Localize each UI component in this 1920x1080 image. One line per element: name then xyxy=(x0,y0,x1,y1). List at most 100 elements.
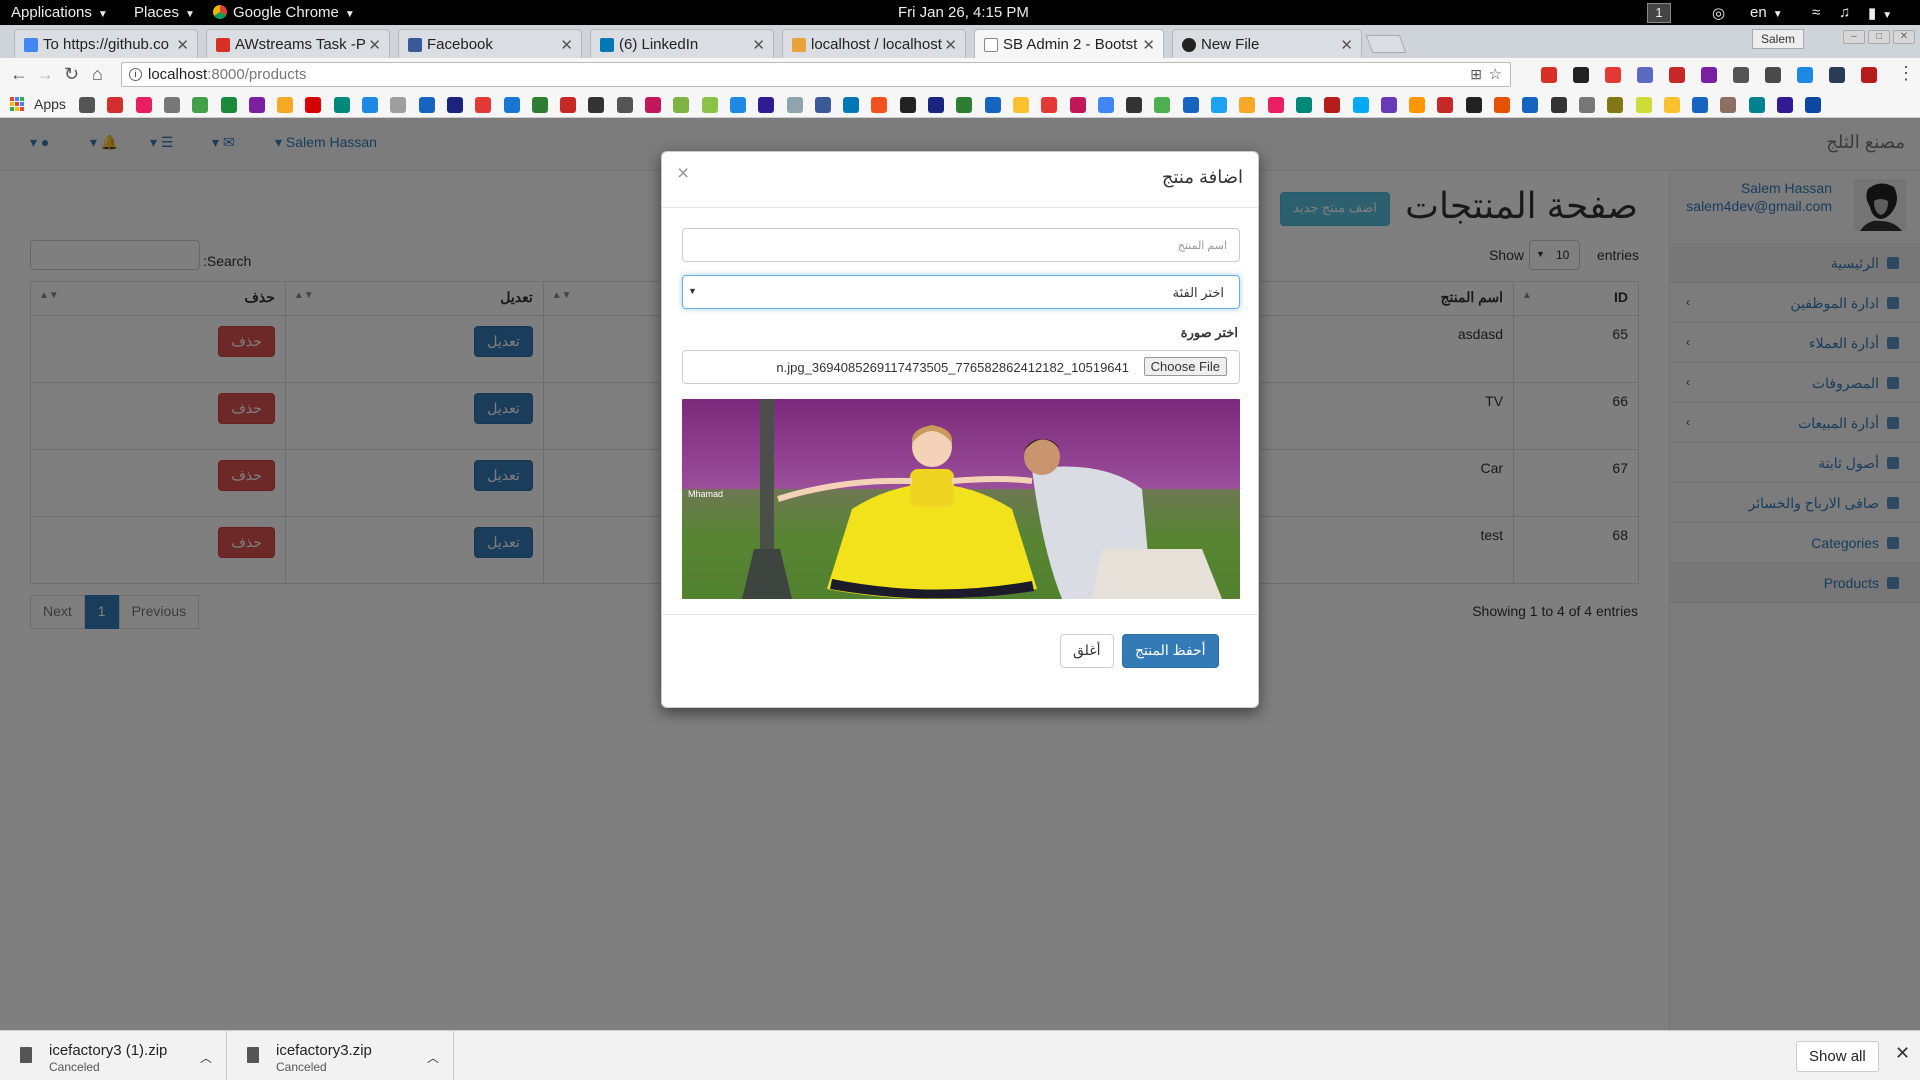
bookmark-icon[interactable] xyxy=(277,97,294,113)
category-select[interactable]: ▼ اختر الفئة xyxy=(682,275,1240,309)
translate-icon[interactable]: ⊞ xyxy=(1470,66,1482,83)
bookmark-icon[interactable] xyxy=(758,97,775,113)
bookmark-icon[interactable] xyxy=(1663,97,1680,113)
show-all-downloads-button[interactable]: Show all xyxy=(1796,1041,1879,1072)
address-bar[interactable]: i localhost:8000/products ⊞ ☆ xyxy=(121,62,1511,87)
tab-close-icon[interactable]: ✕ xyxy=(1142,36,1155,54)
bookmark-icon[interactable] xyxy=(588,97,605,113)
new-tab-button[interactable] xyxy=(1365,35,1407,53)
bookmark-icon[interactable] xyxy=(1550,97,1567,113)
bookmark-icon[interactable] xyxy=(1522,97,1539,113)
info-icon[interactable]: i xyxy=(129,68,142,81)
bookmark-icon[interactable] xyxy=(1126,97,1143,113)
bookmark-icon[interactable] xyxy=(1182,97,1199,113)
choose-file-button[interactable]: Choose File xyxy=(1143,357,1227,376)
bookmark-icon[interactable] xyxy=(984,97,1001,113)
bookmark-icon[interactable] xyxy=(1097,97,1114,113)
chrome-menu-icon[interactable]: ⋮ xyxy=(1897,63,1915,84)
bookmark-icon[interactable] xyxy=(163,97,180,113)
bookmark-icon[interactable] xyxy=(418,97,435,113)
browser-tab[interactable]: AWstreams Task -P ✕ xyxy=(206,29,390,58)
chrome-app-menu[interactable]: Google Chrome ▼ xyxy=(213,4,355,21)
bookmark-icon[interactable] xyxy=(814,97,831,113)
bookmark-icon[interactable] xyxy=(1324,97,1341,113)
extension-icon[interactable] xyxy=(1829,67,1845,83)
tab-close-icon[interactable]: ✕ xyxy=(368,36,381,54)
bookmark-icon[interactable] xyxy=(956,97,973,113)
forward-icon[interactable]: → xyxy=(36,64,54,85)
bookmark-icon[interactable] xyxy=(673,97,690,113)
extension-icon[interactable] xyxy=(1541,67,1557,83)
minimize-button[interactable]: – xyxy=(1843,30,1865,44)
chevron-up-icon[interactable]: ︿ xyxy=(427,1049,439,1066)
bookmark-icon[interactable] xyxy=(1069,97,1086,113)
clock[interactable]: Fri Jan 26, 4:15 PM xyxy=(898,4,1029,21)
extension-icon[interactable] xyxy=(1573,67,1589,83)
extension-icon[interactable] xyxy=(1701,67,1717,83)
bookmark-icon[interactable] xyxy=(1154,97,1171,113)
extension-icon[interactable] xyxy=(1861,67,1877,83)
bookmark-icon[interactable] xyxy=(192,97,209,113)
bookmark-icon[interactable] xyxy=(220,97,237,113)
product-name-input[interactable]: اسم المنتج xyxy=(682,228,1240,262)
tab-close-icon[interactable]: ✕ xyxy=(176,36,189,54)
image-file-input[interactable]: n.jpg_36940852691174735​05_7765828624121… xyxy=(682,350,1240,384)
browser-tab[interactable]: localhost / localhost ✕ xyxy=(782,29,966,58)
camera-icon[interactable]: ◎ xyxy=(1712,4,1725,22)
bookmark-icon[interactable] xyxy=(843,97,860,113)
language-menu[interactable]: en ▼ xyxy=(1750,4,1783,21)
bookmark-icon[interactable] xyxy=(107,97,124,113)
bookmark-icon[interactable] xyxy=(1352,97,1369,113)
browser-tab[interactable]: New File ✕ xyxy=(1172,29,1362,58)
extension-icon[interactable] xyxy=(1637,67,1653,83)
extension-icon[interactable] xyxy=(1605,67,1621,83)
extension-icon[interactable] xyxy=(1765,67,1781,83)
bookmark-icon[interactable] xyxy=(1295,97,1312,113)
bookmark-icon[interactable] xyxy=(1211,97,1227,113)
apps-icon[interactable] xyxy=(10,97,24,111)
profile-button[interactable]: Salem xyxy=(1752,29,1805,49)
volume-icon[interactable]: ♫ xyxy=(1839,4,1850,21)
bookmark-icon[interactable] xyxy=(79,97,95,113)
bookmark-icon[interactable] xyxy=(1777,97,1793,113)
bookmark-icon[interactable] xyxy=(616,97,633,113)
bookmark-icon[interactable] xyxy=(446,97,463,113)
apps-bookmark[interactable]: Apps xyxy=(34,96,66,112)
applications-menu[interactable]: Applications ▼ xyxy=(11,4,108,21)
reload-icon[interactable]: ↻ xyxy=(64,64,79,85)
bookmark-icon[interactable] xyxy=(1267,97,1284,113)
browser-tab[interactable]: (6) LinkedIn ✕ xyxy=(590,29,774,58)
bookmark-icon[interactable] xyxy=(899,97,916,113)
bookmark-icon[interactable] xyxy=(1578,97,1595,113)
modal-close-button[interactable]: × xyxy=(677,162,689,186)
bookmark-icon[interactable] xyxy=(305,97,322,113)
bookmark-icon[interactable] xyxy=(1437,97,1454,113)
bookmark-icon[interactable] xyxy=(1494,97,1510,113)
battery-icon[interactable]: ▮ ▼ xyxy=(1868,4,1892,22)
bookmark-icon[interactable] xyxy=(1380,97,1397,113)
close-modal-button[interactable]: أغلق xyxy=(1060,634,1114,668)
wifi-icon[interactable]: ≈ xyxy=(1812,4,1820,21)
bookmark-icon[interactable] xyxy=(1465,97,1482,113)
bookmark-icon[interactable] xyxy=(928,97,944,113)
bookmark-icon[interactable] xyxy=(1041,97,1058,113)
bookmark-icon[interactable] xyxy=(1635,97,1652,113)
bookmark-icon[interactable] xyxy=(701,97,718,113)
extension-icon[interactable] xyxy=(1669,67,1685,83)
bookmark-icon[interactable] xyxy=(1748,97,1765,113)
bookmark-icon[interactable] xyxy=(362,97,378,113)
bookmark-icon[interactable] xyxy=(503,97,520,113)
tab-close-icon[interactable]: ✕ xyxy=(1340,36,1353,54)
maximize-button[interactable]: □ xyxy=(1868,30,1890,44)
bookmark-star-icon[interactable]: ☆ xyxy=(1489,65,1502,83)
bookmark-icon[interactable] xyxy=(390,97,407,113)
bookmark-icon[interactable] xyxy=(475,97,492,113)
browser-tab[interactable]: Facebook ✕ xyxy=(398,29,582,58)
close-shelf-icon[interactable]: ✕ xyxy=(1895,1043,1910,1064)
bookmark-icon[interactable] xyxy=(786,97,803,113)
bookmark-icon[interactable] xyxy=(1239,97,1256,113)
bookmark-icon[interactable] xyxy=(1692,97,1709,113)
browser-tab[interactable]: To https://github.co ✕ xyxy=(14,29,198,58)
bookmark-icon[interactable] xyxy=(248,97,265,113)
bookmark-icon[interactable] xyxy=(729,97,746,113)
